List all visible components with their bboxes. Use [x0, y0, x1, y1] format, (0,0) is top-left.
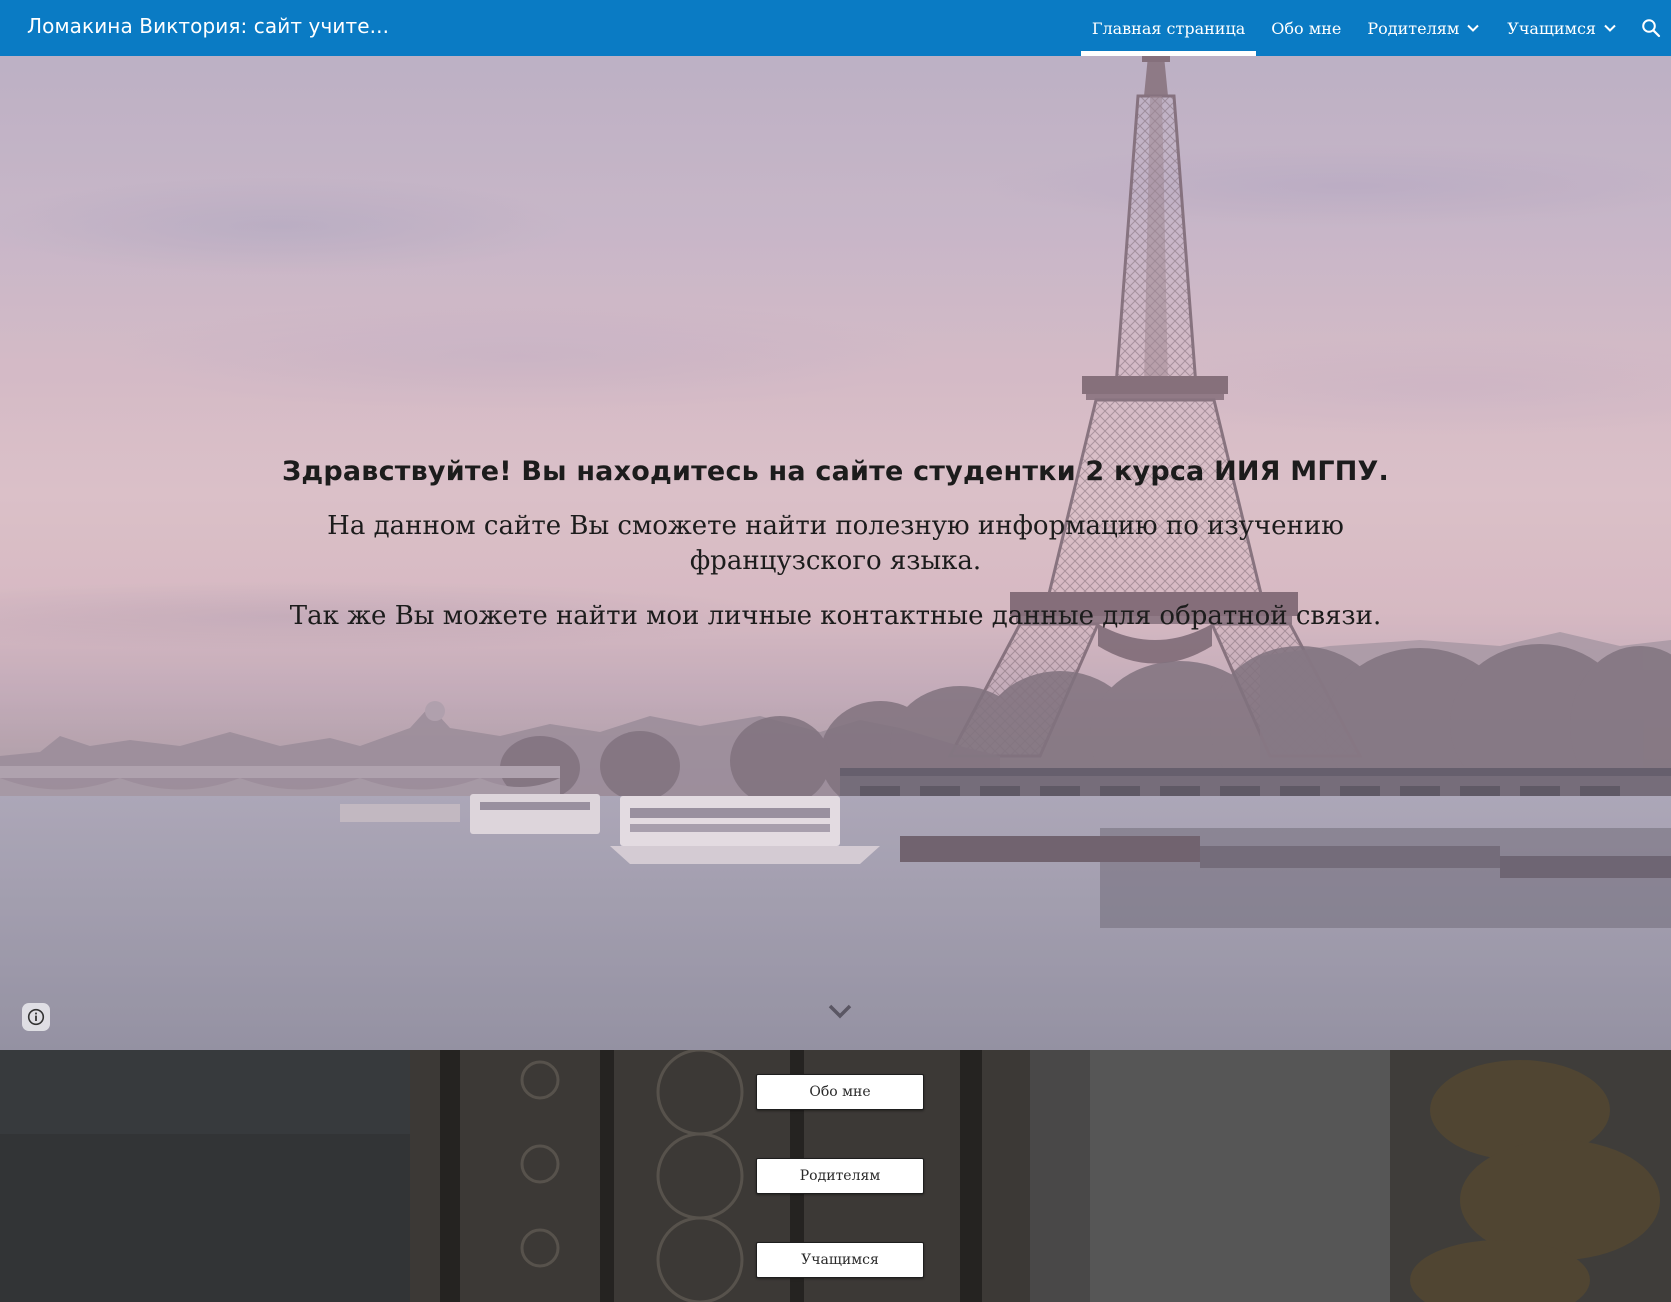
about-me-button[interactable]: Обо мне [756, 1074, 924, 1110]
hero-text-block: Здравствуйте! Вы находитесь на сайте сту… [0, 456, 1671, 654]
image-info-button[interactable] [22, 1003, 50, 1031]
hero-paragraph-info: На данном сайте Вы сможете найти полезну… [327, 511, 1344, 576]
hero-heading: Здравствуйте! Вы находитесь на сайте сту… [281, 456, 1390, 487]
button-label: Родителям [799, 1168, 881, 1184]
nav-item-label: Главная страница [1091, 18, 1246, 38]
search-button[interactable] [1631, 0, 1671, 56]
hero-paragraph-contacts: Так же Вы можете найти мои личные контак… [289, 601, 1382, 631]
nav-item-students[interactable]: Учащимся [1494, 0, 1631, 56]
scroll-down-button[interactable] [824, 1000, 856, 1024]
site-header: Ломакина Виктория: сайт учите... Главная… [0, 0, 1671, 56]
nav-item-about[interactable]: Обо мне [1258, 0, 1354, 56]
nav-item-label: Родителям [1367, 18, 1460, 38]
chevron-down-icon [828, 1004, 852, 1019]
chevron-down-icon[interactable] [1602, 20, 1618, 36]
chevron-down-icon[interactable] [1465, 20, 1481, 36]
info-icon [27, 1008, 45, 1026]
hero-banner: Здравствуйте! Вы находитесь на сайте сту… [0, 56, 1671, 1050]
search-icon [1642, 19, 1661, 38]
button-label: Обо мне [809, 1084, 871, 1100]
top-navigation: Главная страница Обо мне Родителям Учащи… [1079, 0, 1671, 56]
nav-item-label: Обо мне [1271, 18, 1342, 38]
button-label: Учащимся [801, 1252, 879, 1268]
nav-item-parents[interactable]: Родителям [1354, 0, 1494, 56]
site-title[interactable]: Ломакина Виктория: сайт учите... [27, 14, 389, 38]
students-button[interactable]: Учащимся [756, 1242, 924, 1278]
parents-button[interactable]: Родителям [756, 1158, 924, 1194]
navigation-buttons-section: Обо мне Родителям Учащимся [0, 1050, 1671, 1302]
nav-item-label: Учащимся [1507, 18, 1596, 38]
nav-item-home[interactable]: Главная страница [1079, 0, 1258, 56]
